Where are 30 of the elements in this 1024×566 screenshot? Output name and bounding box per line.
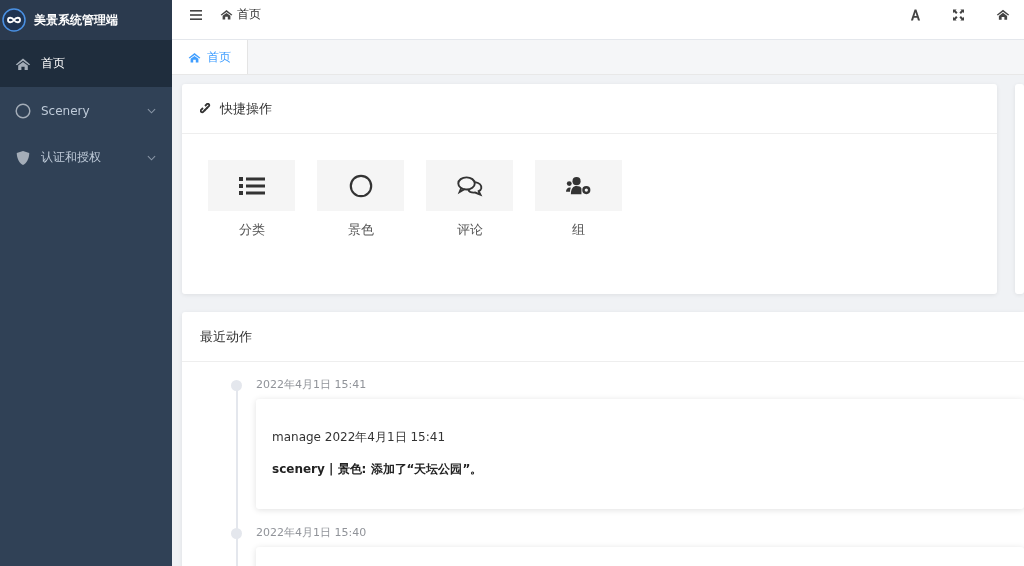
font-size-icon[interactable] <box>910 8 921 21</box>
fullscreen-icon[interactable] <box>953 8 964 21</box>
shortcut-label[interactable]: 评论 <box>456 221 483 239</box>
menu-icon[interactable] <box>190 9 202 20</box>
timestamp: 2022年4月1日 15:41 <box>256 377 368 392</box>
shortcut-tile[interactable] <box>208 160 295 211</box>
home-icon <box>188 51 201 63</box>
shortcut-label[interactable]: 组 <box>572 221 585 239</box>
shield-icon <box>15 149 31 166</box>
home-icon[interactable] <box>996 9 1010 20</box>
shortcut-tile[interactable] <box>317 160 404 211</box>
speech-bubbles-icon <box>456 173 483 198</box>
shortcut-tile[interactable] <box>426 160 513 211</box>
breadcrumb[interactable]: 首页 <box>237 6 261 23</box>
shortcut-label[interactable]: 分类 <box>238 221 265 239</box>
activity-message: scenery | 景色: 添加了“天坛公园”。 <box>272 461 484 478</box>
circle-icon <box>15 102 31 119</box>
card-title: 最近动作 <box>200 327 252 346</box>
app-title: 美景系统管理端 <box>34 11 118 29</box>
home-icon <box>220 9 233 20</box>
circle-icon <box>347 173 374 198</box>
timestamp: 2022年4月1日 15:40 <box>256 525 368 540</box>
shortcut-label[interactable]: 景色 <box>347 221 374 239</box>
activity-meta: manage 2022年4月1日 15:41 <box>272 429 447 446</box>
sidebar-item[interactable]: 首页 <box>0 40 172 87</box>
sidebar-item[interactable]: 认证和授权 <box>0 134 172 181</box>
card-title: 快捷操作 <box>220 99 272 118</box>
link-icon <box>200 102 212 115</box>
sidebar-item[interactable]: Scenery <box>0 87 172 134</box>
shortcut-tile[interactable] <box>535 160 622 211</box>
